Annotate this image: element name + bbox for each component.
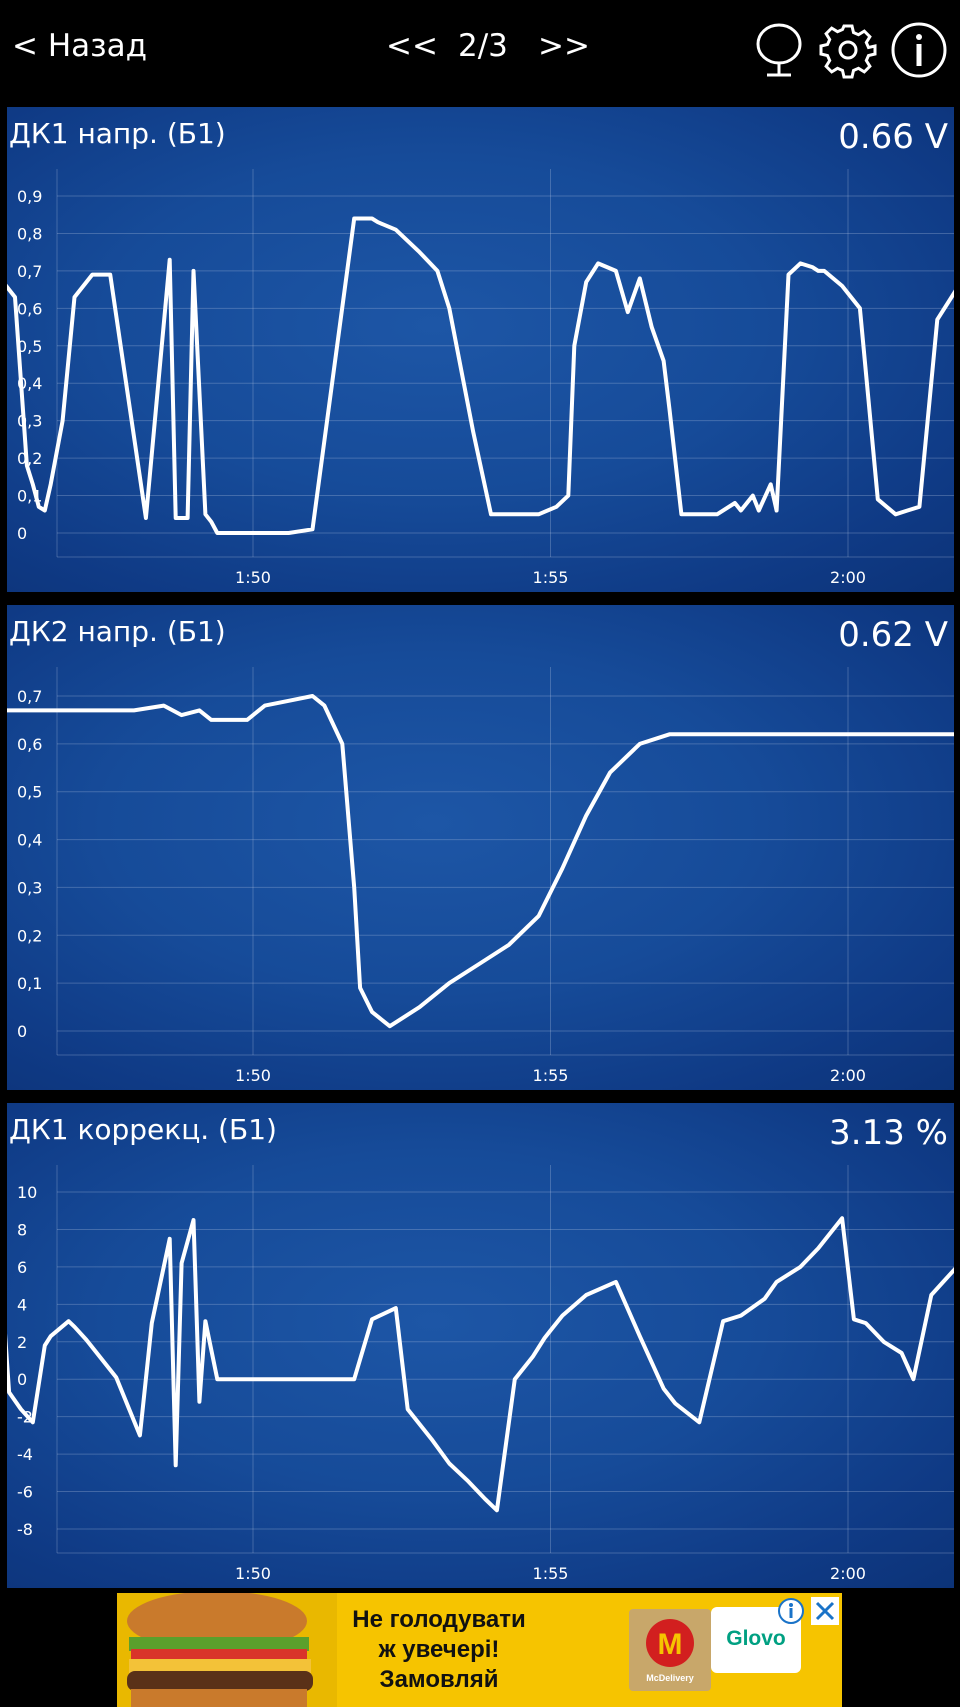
next-page-button[interactable]: >> [538,28,590,64]
glovo-label: Glovo [726,1627,786,1650]
x-tick-label: 1:50 [235,568,271,587]
ad-line: ж увечері! [378,1636,500,1663]
ad-info-icon[interactable] [777,1597,805,1625]
gear-icon[interactable] [818,20,878,80]
info-icon[interactable] [889,20,949,80]
current-value: 0.66 V [838,117,948,157]
y-tick-label: 0,2 [17,926,42,945]
y-tick-label: 2 [17,1333,27,1352]
svg-text:M: M [658,1628,683,1661]
y-tick-label: 8 [17,1220,27,1239]
y-tick-label: 0 [17,1370,27,1389]
x-tick-label: 2:00 [830,1066,866,1085]
mirror-icon[interactable] [749,20,809,80]
chart-title: ДК1 напр. (Б1) [9,117,226,150]
y-tick-label: 0,3 [17,412,42,431]
series-line [7,694,954,1029]
ad-close-icon[interactable] [811,1597,839,1625]
y-tick-label: 0,5 [17,783,42,802]
y-tick-label: 0,7 [17,262,42,281]
y-tick-label: -6 [17,1483,33,1502]
y-tick-label: 0,9 [17,187,42,206]
line-chart: 0,7 0,6 0,5 0,4 0,3 0,2 0,1 0 1:50 1:55 2:00 [7,667,954,1085]
y-tick-label: 0 [17,1022,27,1041]
y-tick-label: 10 [17,1183,37,1202]
x-tick-label: 1:55 [533,568,569,587]
current-value: 3.13 % [829,1113,948,1153]
y-tick-label: 6 [17,1258,27,1277]
y-tick-label: 0,3 [17,878,42,897]
y-tick-label: -8 [17,1520,33,1539]
mcdelivery-label: McDelivery [646,1673,694,1683]
x-tick-label: 1:50 [235,1564,271,1583]
back-button[interactable]: < Назад [12,28,147,64]
y-tick-label: 4 [17,1295,27,1314]
y-tick-label: -4 [17,1445,33,1464]
chart-title: ДК2 напр. (Б1) [9,615,226,648]
top-bar: < Назад << 2/3 >> [0,0,960,104]
line-chart: 0,90,80,70,60,50,40,30,20,101:50 1:55 2:00 [7,169,954,587]
chart-panel-dk1-voltage[interactable]: 0,9 0,8 0,7 0,6 0,5 0,4 0,3 0,2 0,1 0 1:50 1:55 2:00… [7,107,954,592]
x-tick-label: 1:55 [533,1066,569,1085]
x-tick-label: 1:55 [533,1564,569,1583]
current-value: 0.62 V [838,615,948,655]
ad-banner[interactable]: Не голодувати ж увечері! Замовляй M McDe… [117,1593,842,1707]
series-line [7,1216,954,1513]
ad-line: Не голодувати [352,1606,526,1633]
y-tick-label: 0,8 [17,224,42,243]
page-navigator: << 2/3 >> [380,28,600,72]
prev-page-button[interactable]: << [386,28,438,64]
y-tick-label: 0,7 [17,687,42,706]
y-tick-label: 0 [17,524,27,543]
y-tick-label: 0,2 [17,449,42,468]
x-tick-label: 2:00 [830,1564,866,1583]
burger-image [117,1593,337,1707]
series-line [7,216,954,535]
ad-headline: Не голодувати ж увечері! Замовляй [339,1605,539,1695]
y-tick-label: 0,6 [17,735,42,754]
y-tick-label: 0,6 [17,299,42,318]
chart-panel-dk1-correction[interactable]: 10 8 6 4 2 0 -2 -4 -6 -8 1:50 1:55 2:00 ДК1 коррекц.… [7,1103,954,1588]
page-indicator: 2/3 [458,28,508,64]
x-tick-label: 1:50 [235,1066,271,1085]
x-tick-label: 2:00 [830,568,866,587]
ad-line: Замовляй [379,1666,499,1693]
chart-title: ДК1 коррекц. (Б1) [9,1113,277,1146]
y-tick-label: 0,1 [17,974,42,993]
line-chart: 1086420-2-4-6-81:50 1:55 2:00 [7,1165,954,1583]
chart-panel-dk2-voltage[interactable]: 0,7 0,6 0,5 0,4 0,3 0,2 0,1 0 1:50 1:55 2:00 ДК2 н… [7,605,954,1090]
y-tick-label: 0,4 [17,831,42,850]
